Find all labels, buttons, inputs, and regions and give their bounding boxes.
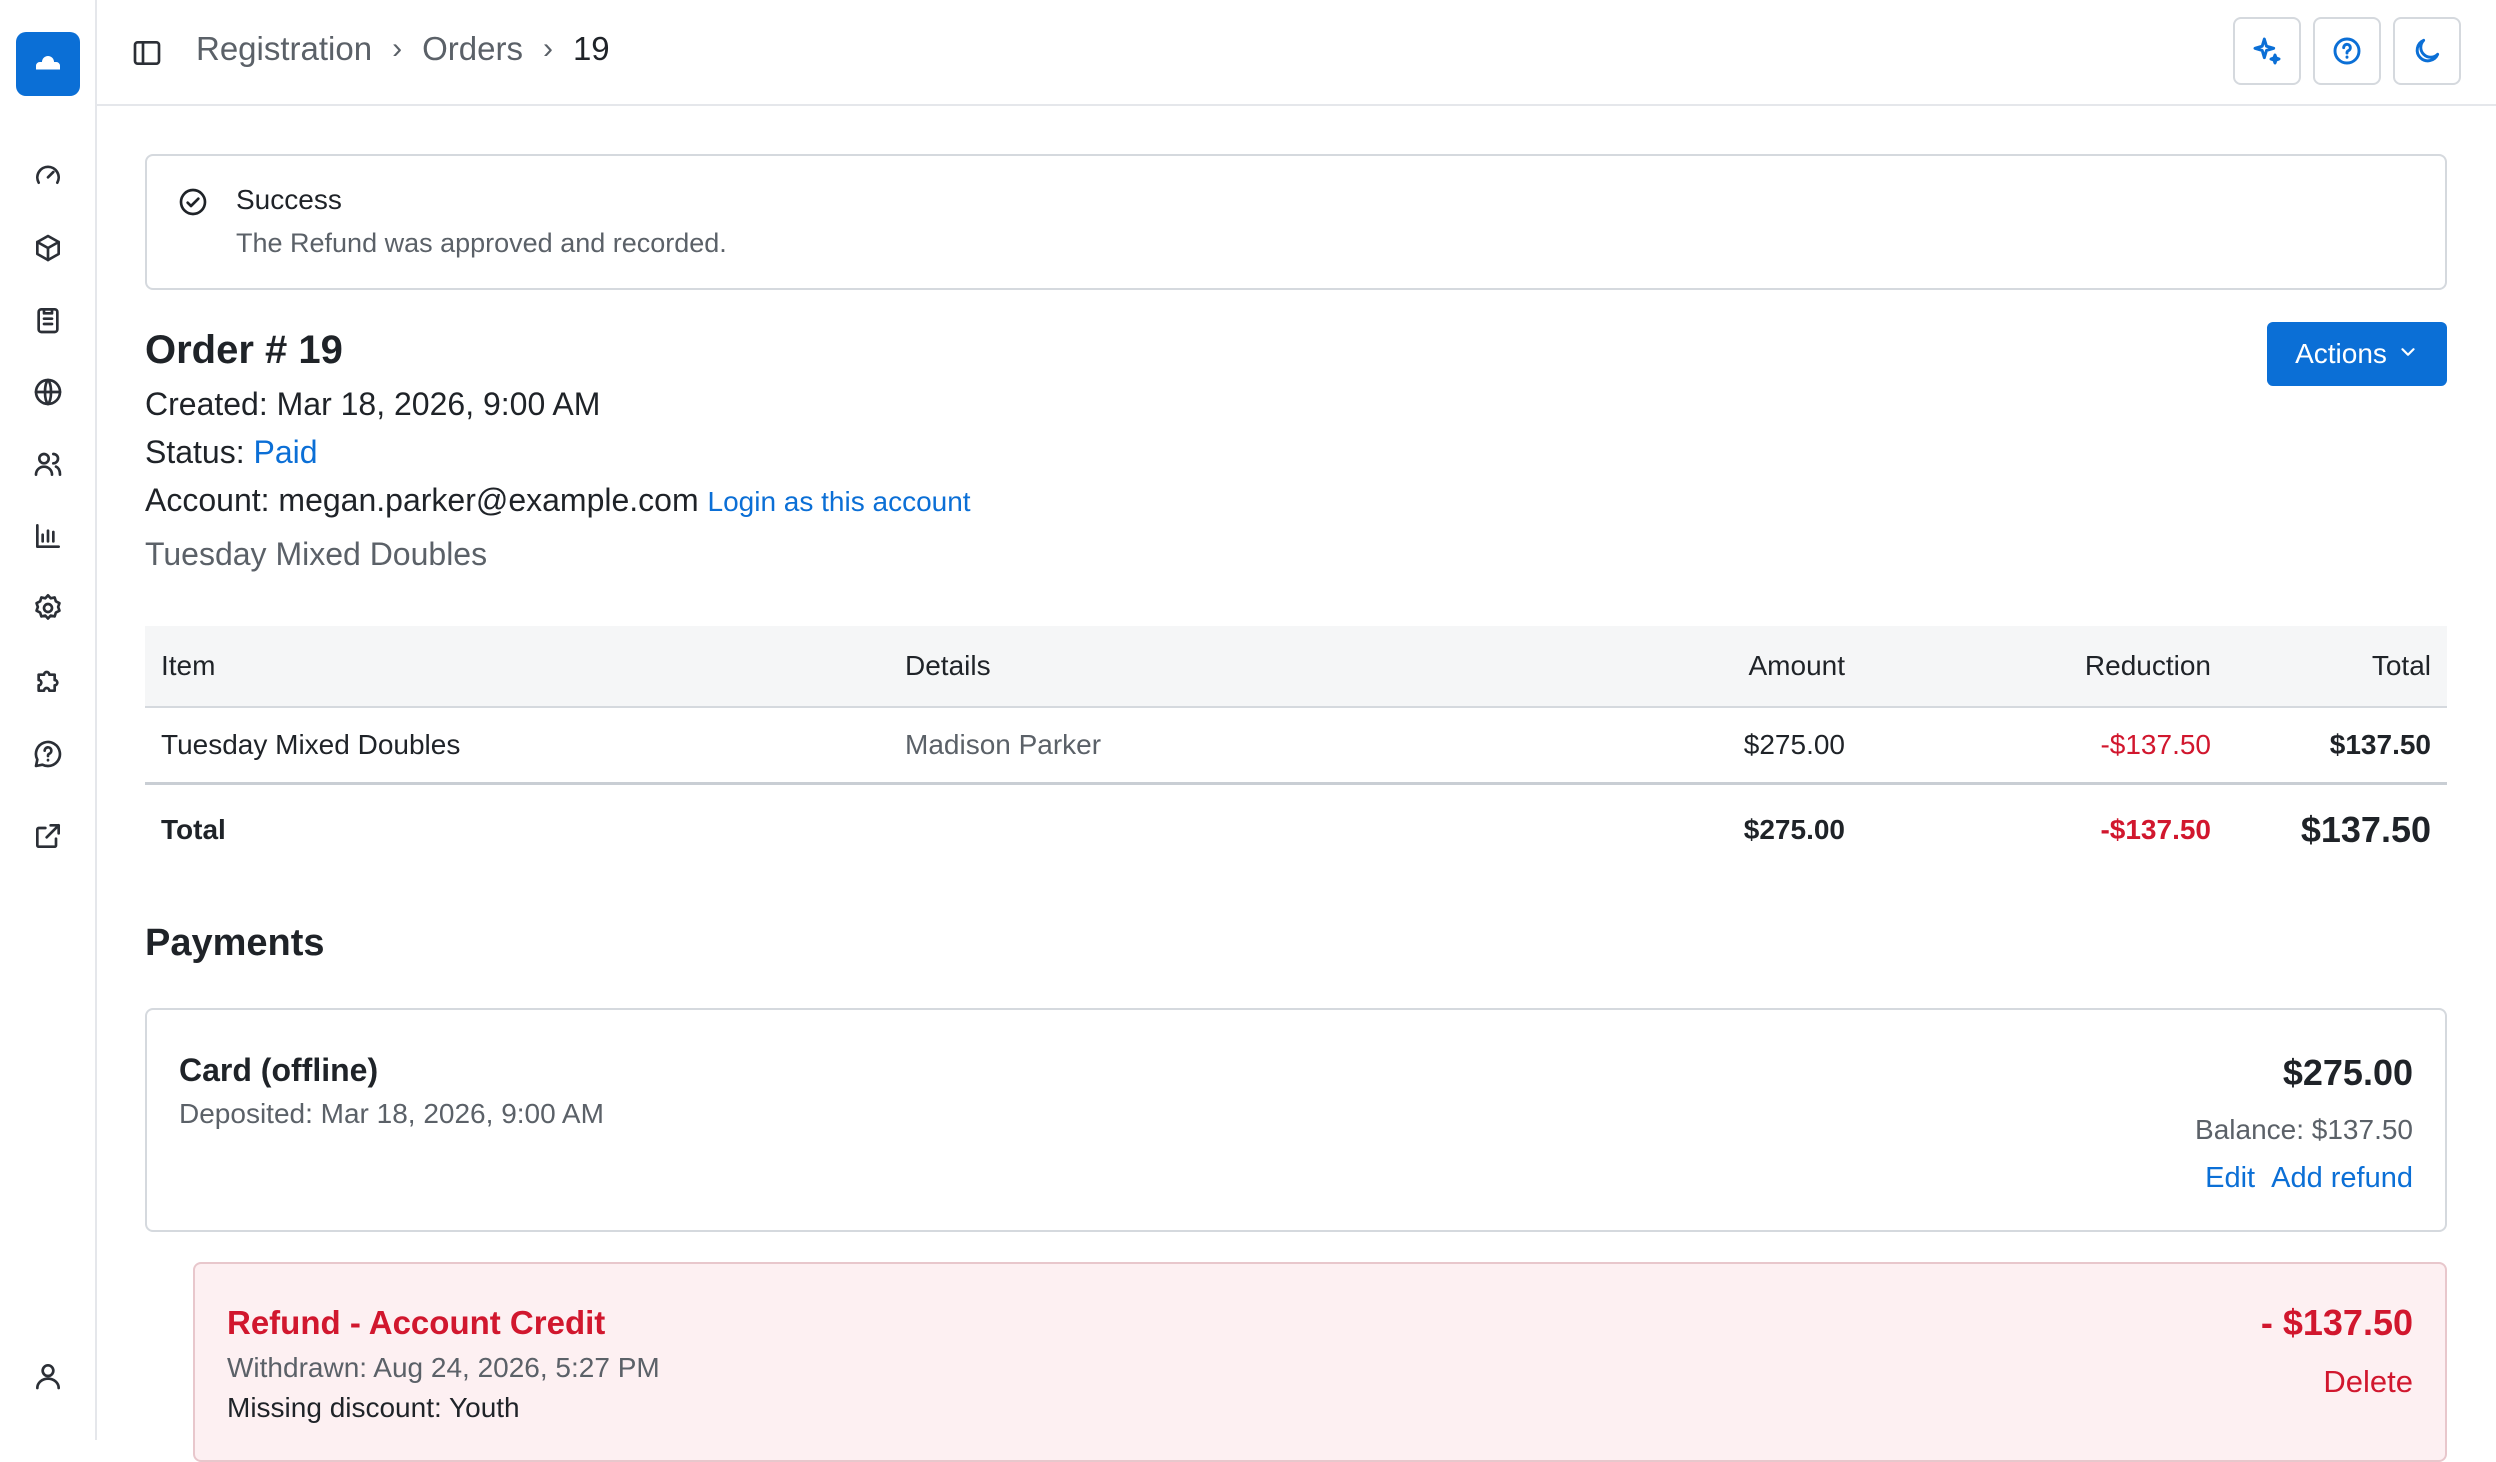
nav-integrations[interactable] (28, 660, 68, 700)
footer-label: Total (161, 814, 226, 845)
payment-actions: Edit Add refund (2205, 1162, 2413, 1195)
nav-website[interactable] (28, 372, 68, 412)
ai-assistant-button[interactable] (2233, 17, 2301, 85)
nav-settings[interactable] (28, 588, 68, 628)
created-value: Mar 18, 2026, 9:00 AM (276, 386, 601, 422)
payment-method: Card (offline) (179, 1052, 379, 1088)
user-icon (36, 1364, 60, 1390)
breadcrumb-orders[interactable]: Orders (422, 30, 523, 68)
edit-payment-link[interactable]: Edit (2205, 1162, 2255, 1195)
breadcrumb-separator: › (542, 32, 553, 65)
refund-amount: - $137.50 (2260, 1302, 2413, 1343)
refund-withdrawn: Withdrawn: Aug 24, 2026, 5:27 PM (227, 1352, 660, 1383)
check-circle-icon (177, 186, 209, 223)
account-line: Account: megan.parker@example.com Login … (145, 482, 971, 519)
sidebar-panel-icon (133, 41, 161, 65)
dark-mode-toggle[interactable] (2393, 17, 2461, 85)
sparkle-icon (2253, 37, 2281, 65)
add-refund-link[interactable]: Add refund (2271, 1162, 2413, 1195)
alert-message: The Refund was approved and recorded. (236, 228, 727, 258)
payment-amount: $275.00 (2282, 1052, 2413, 1093)
table-footer-row: Total $275.00 -$137.50 $137.50 (145, 785, 2447, 875)
cloud-icon (30, 44, 66, 85)
sidebar-toggle-button[interactable] (127, 33, 167, 73)
header-item: Item (161, 650, 216, 681)
success-alert: Success The Refund was approved and reco… (145, 154, 2447, 290)
header-amount: Amount (1748, 650, 1846, 681)
page-title: Order # 19 (145, 328, 343, 372)
created-label: Created: (145, 386, 268, 422)
refund-title: Refund - Account Credit (227, 1304, 606, 1341)
created-line: Created: Mar 18, 2026, 9:00 AM (145, 386, 600, 423)
help-circle-icon (2333, 37, 2361, 65)
table-row: Tuesday Mixed Doubles Madison Parker $27… (145, 708, 2447, 785)
footer-amount: $275.00 (1743, 814, 1845, 845)
puzzle-icon (37, 670, 59, 692)
cell-details: Madison Parker (905, 729, 1102, 760)
status-badge: Paid (253, 434, 318, 470)
alert-title: Success (236, 184, 342, 215)
nav-products[interactable] (28, 228, 68, 268)
status-line: Status: Paid (145, 434, 318, 471)
bar-chart-icon (36, 524, 60, 548)
table-header: Item Details Amount Reduction Total (145, 626, 2447, 708)
payments-heading: Payments (145, 922, 325, 964)
delete-refund-link[interactable]: Delete (2323, 1364, 2413, 1400)
payment-card: Card (offline) Deposited: Mar 18, 2026, … (145, 1008, 2447, 1232)
status-label: Status: (145, 434, 245, 470)
header-details: Details (905, 650, 991, 681)
order-items-table: Item Details Amount Reduction Total Tues… (145, 626, 2447, 875)
help-button[interactable] (2313, 17, 2381, 85)
help-circle-icon (34, 740, 62, 768)
cell-amount: $275.00 (1743, 729, 1845, 760)
nav-external[interactable] (28, 816, 68, 856)
globe-icon (34, 378, 62, 406)
nav-reports[interactable] (28, 516, 68, 556)
program-name: Tuesday Mixed Doubles (145, 536, 488, 572)
cell-item: Tuesday Mixed Doubles (161, 729, 461, 760)
dashboard-gauge-icon (36, 165, 60, 184)
sidebar (0, 0, 97, 1440)
cell-total: $137.50 (2329, 729, 2431, 760)
moon-icon (2415, 38, 2440, 63)
chevron-down-icon (2397, 338, 2419, 370)
breadcrumb-current: 19 (572, 30, 610, 67)
account-email: megan.parker@example.com (278, 482, 699, 518)
top-bar: Registration › Orders › 19 (97, 0, 2496, 106)
footer-total: $137.50 (2300, 809, 2431, 850)
payment-deposited: Deposited: Mar 18, 2026, 9:00 AM (179, 1098, 604, 1129)
app-logo[interactable] (16, 32, 80, 96)
box-icon (36, 234, 60, 262)
refund-note: Missing discount: Youth (227, 1392, 520, 1423)
nav-help[interactable] (28, 734, 68, 774)
refund-card: Refund - Account Credit Withdrawn: Aug 2… (193, 1262, 2447, 1462)
nav-dashboard[interactable] (28, 156, 68, 196)
login-as-account-link[interactable]: Login as this account (708, 486, 971, 517)
nav-orders[interactable] (28, 300, 68, 340)
payment-balance: Balance: $137.50 (2195, 1114, 2413, 1145)
actions-label: Actions (2295, 338, 2387, 369)
breadcrumb-registration[interactable]: Registration (196, 30, 372, 68)
clipboard-icon (37, 308, 59, 334)
actions-button[interactable]: Actions (2267, 322, 2447, 386)
nav-users[interactable] (28, 444, 68, 484)
account-label: Account: (145, 482, 270, 518)
gear-icon (35, 594, 61, 620)
nav-profile[interactable] (28, 1356, 68, 1396)
external-link-icon (36, 824, 60, 848)
breadcrumb-separator: › (392, 32, 403, 65)
header-total: Total (2371, 650, 2431, 681)
users-icon (34, 452, 62, 476)
breadcrumb: Registration › Orders › 19 (196, 30, 610, 68)
